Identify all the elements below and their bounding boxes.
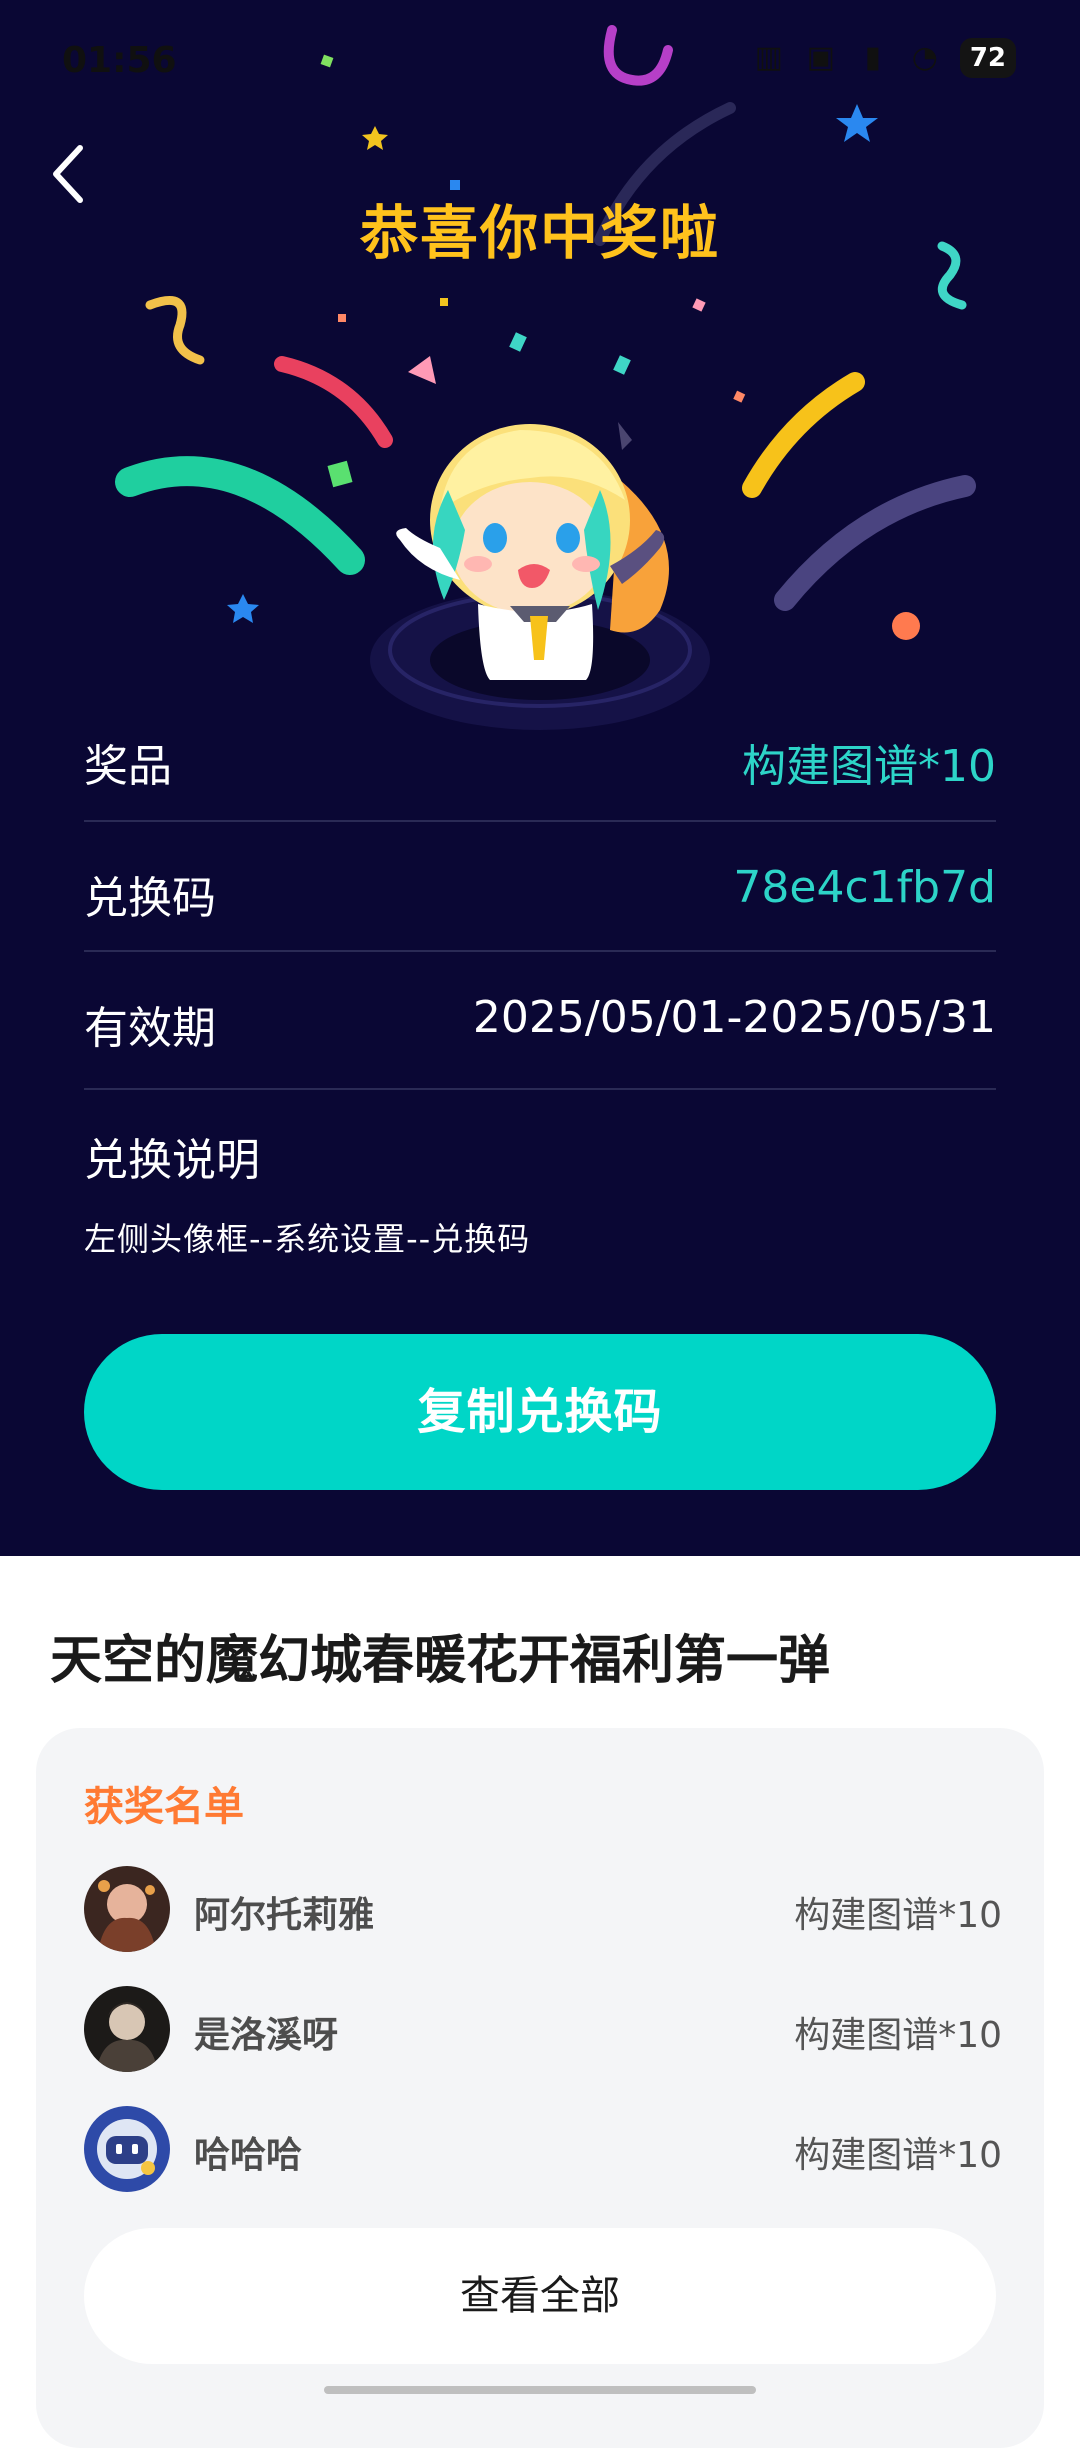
winner-prize: 构建图谱*10: [794, 2135, 1002, 2176]
avatar[interactable]: [84, 1986, 170, 2072]
view-all-button[interactable]: 查看全部: [84, 2228, 996, 2364]
home-indicator[interactable]: [324, 2386, 756, 2394]
list-item: 阿尔托莉雅 构建图谱*10: [84, 1866, 1002, 1956]
prize-result-panel: 01:56 ▥ ▣ ▮ ◔ 72 恭喜你中奖啦 奖品 构建图谱*10 兑换码 7…: [0, 0, 1080, 1556]
copy-code-button[interactable]: 复制兑换码: [84, 1334, 996, 1490]
list-item: 是洛溪呀 构建图谱*10: [84, 1986, 1002, 2076]
winner-name: 阿尔托莉雅: [194, 1895, 375, 1936]
instructions-text: 左侧头像框--系统设置--兑换码: [84, 1220, 531, 1258]
mascot-illustration: [370, 422, 710, 730]
winner-name: 哈哈哈: [194, 2135, 303, 2176]
code-value[interactable]: 78e4c1fb7d: [733, 862, 996, 913]
code-label: 兑换码: [84, 873, 216, 924]
winner-prize: 构建图谱*10: [794, 1895, 1002, 1936]
avatar[interactable]: [84, 1866, 170, 1952]
winners-card: 获奖名单 阿尔托莉雅 构建图谱*10 是洛溪呀 构建图谱*10 哈哈哈 构建图谱…: [36, 1728, 1044, 2448]
avatar[interactable]: [84, 2106, 170, 2192]
prize-label: 奖品: [84, 741, 172, 792]
event-title: 天空的魔幻城春暖花开福利第一弹: [50, 1631, 831, 1691]
validity-label: 有效期: [84, 1003, 216, 1054]
instructions-label: 兑换说明: [84, 1135, 260, 1186]
winner-name: 是洛溪呀: [194, 2015, 339, 2056]
prize-row: 奖品 构建图谱*10: [84, 730, 996, 822]
validity-row: 有效期 2025/05/01-2025/05/31: [84, 952, 996, 1090]
validity-value: 2025/05/01-2025/05/31: [472, 992, 996, 1043]
prize-value: 构建图谱*10: [742, 741, 996, 792]
code-row: 兑换码 78e4c1fb7d: [84, 822, 996, 952]
page-title: 恭喜你中奖啦: [359, 199, 720, 267]
list-item: 哈哈哈 构建图谱*10: [84, 2106, 1002, 2196]
winner-prize: 构建图谱*10: [794, 2015, 1002, 2056]
winners-title: 获奖名单: [84, 1784, 244, 1830]
